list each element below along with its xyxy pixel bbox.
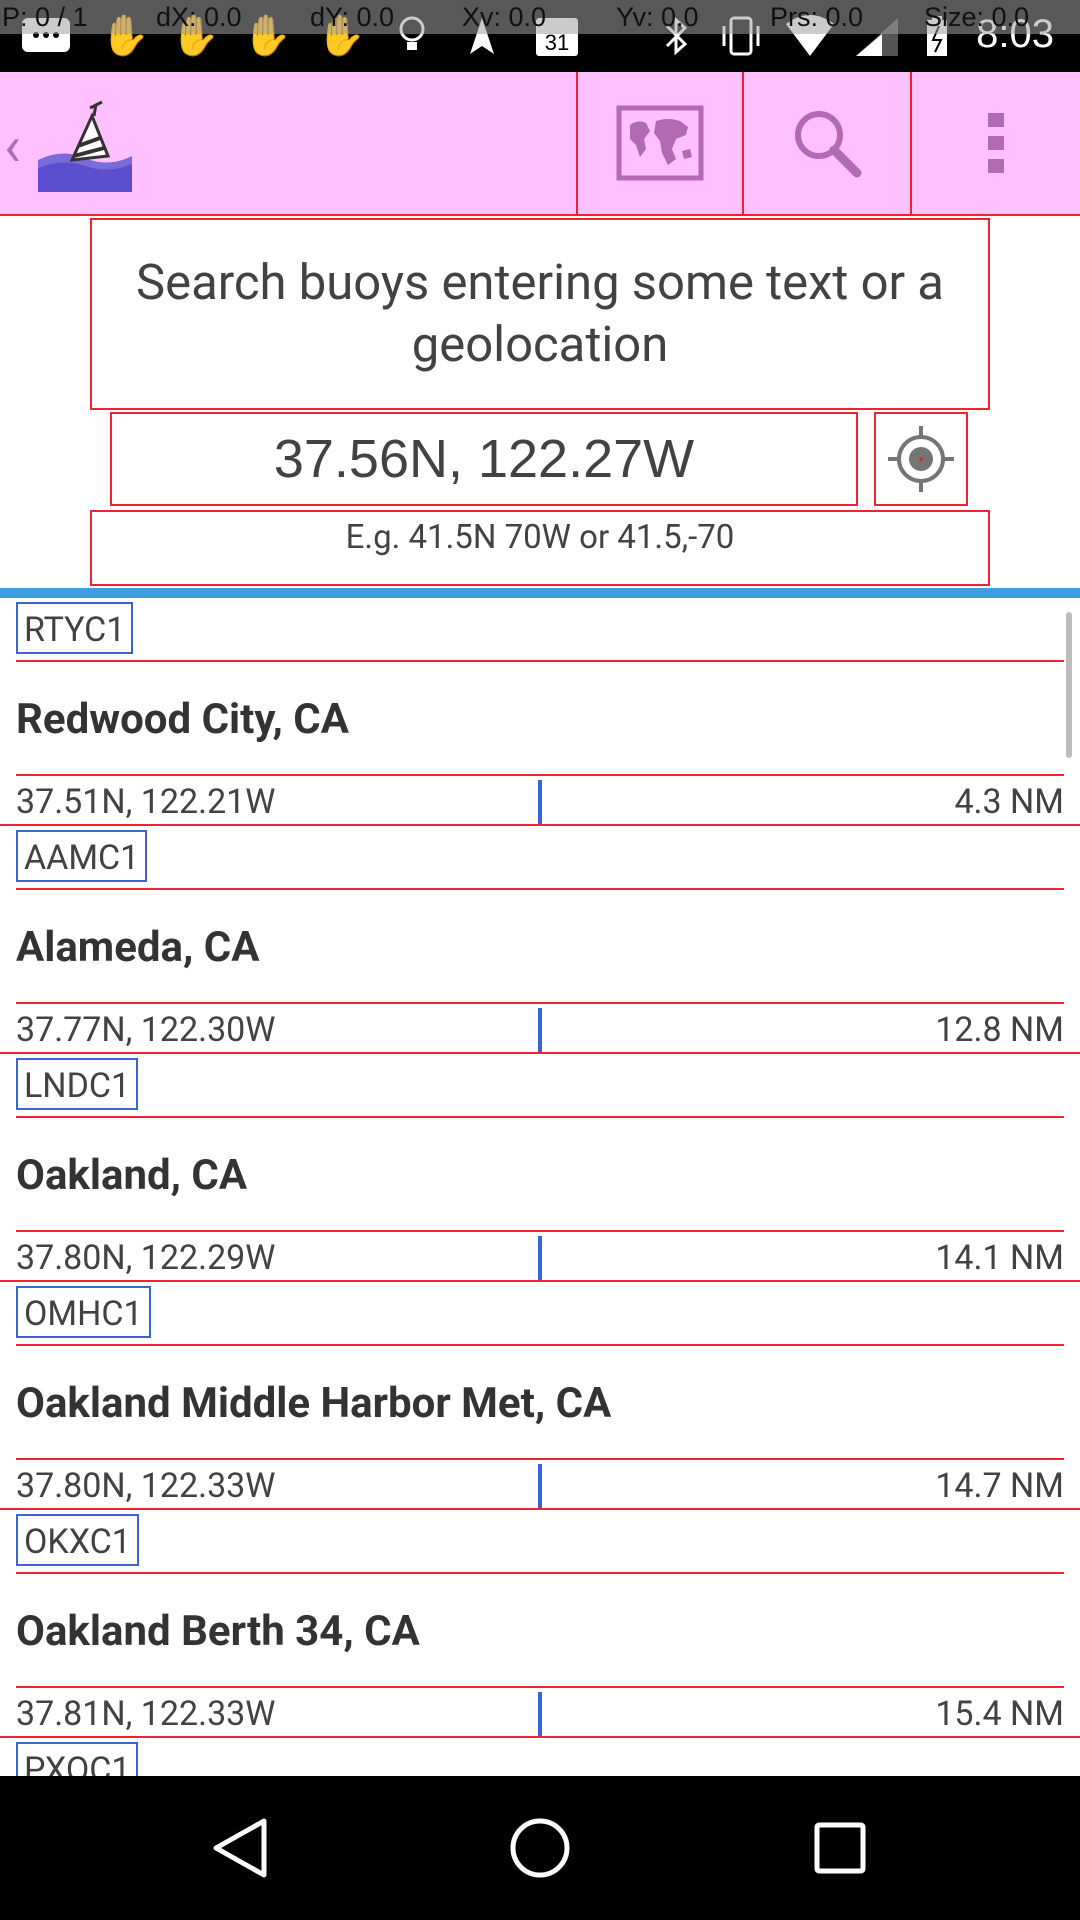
overflow-menu-button[interactable] xyxy=(910,72,1080,214)
buoy-coordinates: 37.80N, 122.29W xyxy=(16,1238,276,1278)
app-bar: ‹ xyxy=(0,72,1080,216)
geolocation-search-input[interactable]: 37.56N, 122.27W xyxy=(110,412,858,506)
status-bar: ✋ ✋ ✋ ✋ 31 8:03 P: 0 / 1 dX: 0.0 dY: 0.0… xyxy=(0,0,1080,72)
world-map-icon xyxy=(616,105,704,181)
delta-y: dY: 0.0 xyxy=(310,2,395,32)
buoy-name: Alameda, CA xyxy=(16,888,1064,1004)
search-icon xyxy=(795,111,862,178)
buoy-coordinates: 37.80N, 122.33W xyxy=(16,1466,276,1506)
map-button[interactable] xyxy=(576,72,742,214)
buoy-distance: 14.1 NM xyxy=(935,1238,1064,1278)
section-divider xyxy=(0,588,1080,598)
velocity-y: Yv: 0.0 xyxy=(616,2,699,32)
crosshair-location-icon xyxy=(888,426,954,492)
recents-icon xyxy=(814,1822,866,1874)
list-item[interactable]: OMHC1 Oakland Middle Harbor Met, CA 37.8… xyxy=(0,1282,1080,1510)
velocity-x: Xv: 0.0 xyxy=(462,2,547,32)
buoy-distance: 15.4 NM xyxy=(935,1694,1064,1734)
buoy-distance: 4.3 NM xyxy=(954,782,1064,822)
app-logo-buoy-icon[interactable] xyxy=(38,98,132,192)
nav-back-button[interactable] xyxy=(120,1776,360,1920)
buoy-list[interactable]: RTYC1 Redwood City, CA 37.51N, 122.21W 4… xyxy=(0,598,1080,1776)
search-button[interactable] xyxy=(742,72,910,214)
my-location-button[interactable] xyxy=(874,412,968,506)
nav-recents-button[interactable] xyxy=(720,1776,960,1920)
buoy-coordinates: 37.77N, 122.30W xyxy=(16,1010,276,1050)
search-hint-text: Search buoys entering some text or a geo… xyxy=(90,218,990,410)
list-scrollbar[interactable] xyxy=(1066,612,1072,758)
pointer-count: P: 0 / 1 xyxy=(2,2,88,32)
buoy-name: Redwood City, CA xyxy=(16,660,1064,776)
list-item[interactable]: OKXC1 Oakland Berth 34, CA 37.81N, 122.3… xyxy=(0,1510,1080,1738)
buoy-distance: 12.8 NM xyxy=(935,1010,1064,1050)
list-item[interactable]: RTYC1 Redwood City, CA 37.51N, 122.21W 4… xyxy=(0,598,1080,826)
buoy-distance: 14.7 NM xyxy=(935,1466,1064,1506)
list-item[interactable]: PXOC1 xyxy=(0,1738,1080,1776)
row-separator xyxy=(538,1692,542,1736)
row-separator xyxy=(538,1236,542,1280)
row-separator xyxy=(538,1464,542,1508)
buoy-code: PXOC1 xyxy=(16,1742,139,1776)
list-item[interactable]: LNDC1 Oakland, CA 37.80N, 122.29W 14.1 N… xyxy=(0,1054,1080,1282)
home-icon xyxy=(510,1818,570,1878)
pressure: Prs: 0.0 xyxy=(770,2,864,32)
buoy-code: RTYC1 xyxy=(16,602,134,654)
buoy-name: Oakland, CA xyxy=(16,1116,1064,1232)
list-item[interactable]: AAMC1 Alameda, CA 37.77N, 122.30W 12.8 N… xyxy=(0,826,1080,1054)
delta-x: dX: 0.0 xyxy=(156,2,242,32)
back-icon xyxy=(213,1818,267,1878)
buoy-coordinates: 37.81N, 122.33W xyxy=(16,1694,276,1734)
buoy-code: OKXC1 xyxy=(16,1514,139,1566)
row-separator xyxy=(538,780,542,824)
search-example-text: E.g. 41.5N 70W or 41.5,-70 xyxy=(90,510,990,586)
pointer-location-overlay: P: 0 / 1 dX: 0.0 dY: 0.0 Xv: 0.0 Yv: 0.0… xyxy=(0,0,1080,34)
buoy-code: OMHC1 xyxy=(16,1286,151,1338)
row-separator xyxy=(538,1008,542,1052)
nav-home-button[interactable] xyxy=(420,1776,660,1920)
navigation-bar xyxy=(0,1776,1080,1920)
touch-size: Size: 0.0 xyxy=(924,2,1030,32)
buoy-code: AAMC1 xyxy=(16,830,148,882)
buoy-code: LNDC1 xyxy=(16,1058,139,1110)
overflow-menu-icon xyxy=(988,113,1004,173)
buoy-name: Oakland Middle Harbor Met, CA xyxy=(16,1344,1064,1460)
buoy-name: Oakland Berth 34, CA xyxy=(16,1572,1064,1688)
buoy-coordinates: 37.51N, 122.21W xyxy=(16,782,276,822)
